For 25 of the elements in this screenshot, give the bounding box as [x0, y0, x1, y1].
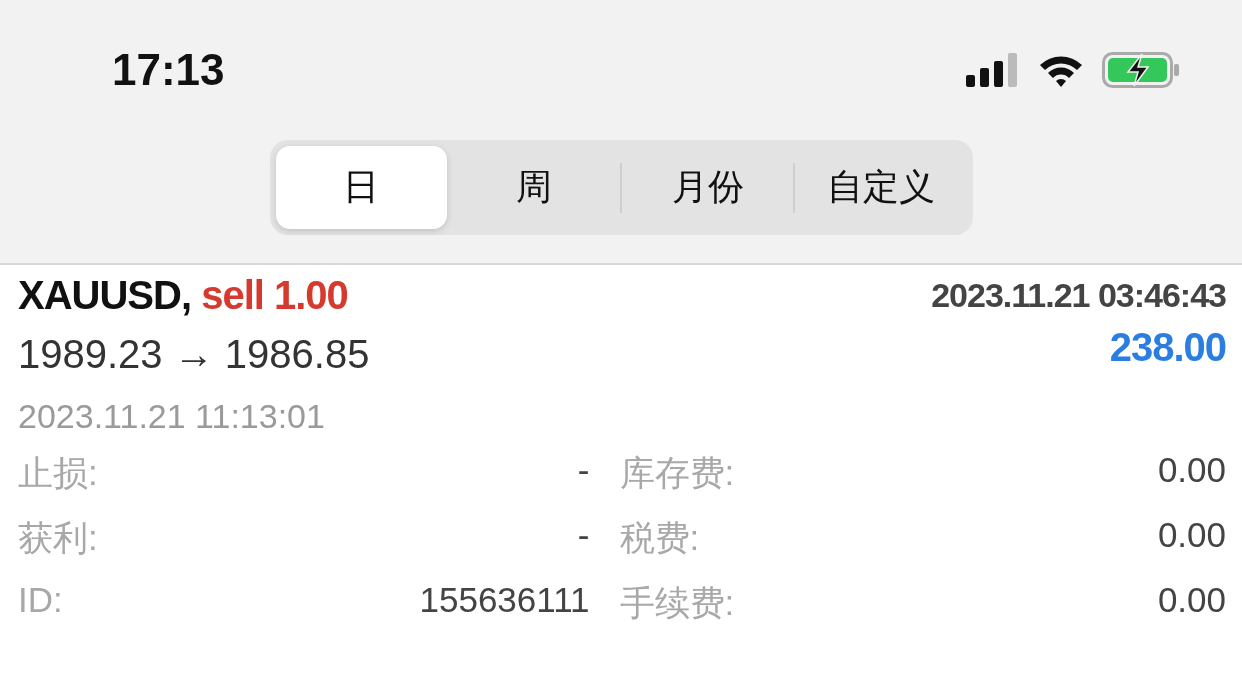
detail-value: 155636111	[419, 580, 590, 621]
trade-title: XAUUSD, sell 1.00	[18, 273, 348, 318]
detail-label: 止损:	[18, 452, 98, 494]
period-tab[interactable]: 自定义	[795, 146, 967, 229]
open-time: 2023.11.21 03:46:43	[931, 276, 1226, 315]
close-time: 2023.11.21 11:13:01	[18, 397, 326, 436]
period-tab[interactable]: 月份	[622, 146, 794, 229]
profit-value: 238.00	[1109, 325, 1226, 370]
detail-value: 0.00	[1157, 450, 1226, 491]
detail-label: 库存费:	[619, 452, 735, 494]
signal-icon	[966, 53, 1020, 87]
period-tab[interactable]: 日	[275, 146, 447, 229]
status-time: 17:13	[112, 45, 225, 95]
detail-value: 0.00	[1157, 515, 1226, 556]
price-change: 1989.23 → 1986.85	[18, 332, 370, 377]
detail-label: 税费:	[619, 517, 701, 559]
detail-value: -	[577, 450, 590, 491]
detail-label: ID:	[18, 580, 64, 621]
period-tab[interactable]: 周	[448, 146, 620, 229]
battery-charging-icon	[1102, 52, 1180, 88]
detail-label: 获利:	[18, 517, 98, 559]
detail-label: 手续费:	[619, 582, 735, 624]
detail-value: -	[577, 515, 590, 556]
wifi-icon	[1038, 53, 1084, 87]
detail-value: 0.00	[1157, 580, 1226, 621]
